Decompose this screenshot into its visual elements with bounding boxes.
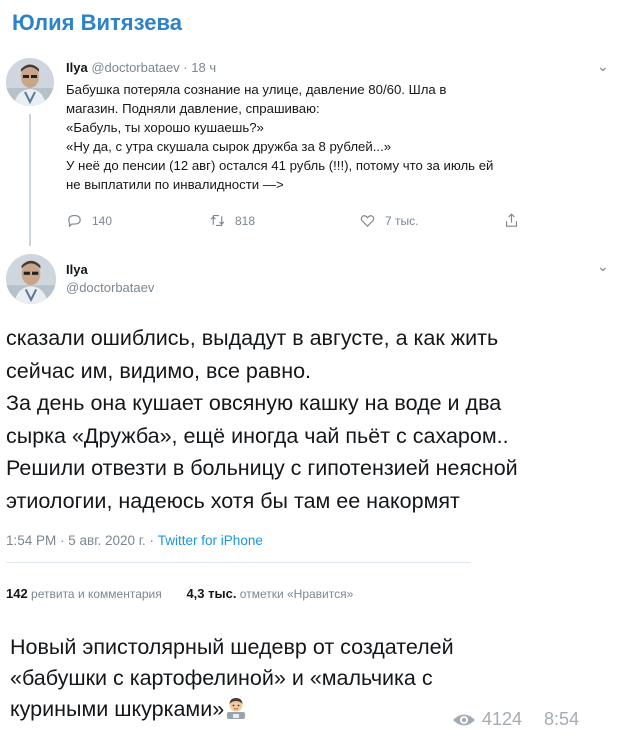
- reply-count: 140: [92, 213, 113, 228]
- author-handle[interactable]: @doctorbataev: [91, 60, 179, 75]
- likes-count[interactable]: 4,3 тыс.: [186, 586, 236, 601]
- source-link[interactable]: Twitter for iPhone: [158, 533, 263, 548]
- post-time: 8:54: [544, 709, 580, 729]
- separator: ·: [183, 60, 188, 75]
- user-photo-icon: [6, 254, 56, 304]
- caption-line: «бабушки с картофелиной» и «мальчика с: [10, 666, 433, 690]
- views-count: 4124: [482, 709, 523, 729]
- eye-icon: [453, 714, 475, 725]
- tweet-line: сказали ошиблись, выдадут в августе, а к…: [6, 326, 499, 350]
- post-meta: 4124 8:54: [452, 709, 579, 730]
- tweet-stats: 142 ретвита и комментария 4,3 тыс. отмет…: [6, 586, 353, 601]
- like-count: 7 тыс.: [385, 213, 419, 228]
- channel-title[interactable]: Юлия Витязева: [12, 10, 182, 36]
- likes-label[interactable]: отметки «Нравится»: [240, 587, 354, 601]
- reply-button[interactable]: 140: [66, 212, 112, 229]
- avatar[interactable]: [6, 58, 54, 106]
- tweet-line: У неё до пенсии (12 авг) остался 41 рубл…: [66, 158, 494, 173]
- avatar[interactable]: [6, 254, 56, 304]
- retweet-count: 818: [235, 213, 256, 228]
- tweet-line: «Бабуль, ты хорошо кушаешь?»: [66, 120, 264, 135]
- caption-line: куриными шкурками»: [10, 697, 225, 721]
- tweet-line: магазин. Подняли давление, спрашиваю:: [66, 101, 320, 116]
- parent-tweet-header: Ilya @doctorbataev · 18 ч: [66, 60, 216, 75]
- main-tweet-text: сказали ошиблись, выдадут в августе, а к…: [6, 322, 606, 517]
- chevron-down-icon[interactable]: ⌄: [597, 58, 609, 75]
- tweet-line: не выплатили по инвалидности —>: [66, 177, 284, 192]
- author-handle[interactable]: @doctorbataev: [66, 280, 154, 295]
- heart-icon: [360, 215, 375, 227]
- tweet-line: сырка «Дружба», ещё иногда чай пьёт с са…: [6, 423, 509, 448]
- parent-tweet-text: Бабушка потеряла сознание на улице, давл…: [66, 80, 611, 194]
- tweet-line: Решили отвезти в больницу с гипотензией …: [6, 456, 518, 480]
- share-icon: [505, 213, 518, 227]
- tweet-time[interactable]: 18 ч: [191, 60, 216, 75]
- author-name[interactable]: Ilya: [66, 262, 88, 277]
- tweet-line: Бабушка потеряла сознание на улице, давл…: [66, 82, 447, 97]
- retweets-label[interactable]: ретвита и комментария: [31, 587, 162, 601]
- tweet-line: этиологии, надеюсь хотя бы там ее накорм…: [6, 488, 460, 513]
- caption-line: Новый эпистолярный шедевр от создателей: [10, 635, 454, 659]
- tweet-timestamp: 1:54 PM · 5 авг. 2020 г. · Twitter for i…: [6, 533, 263, 548]
- thread-line: [29, 114, 31, 246]
- retweets-count[interactable]: 142: [6, 586, 28, 601]
- author-name[interactable]: Ilya: [66, 60, 88, 75]
- tweet-line: сейчас им, видимо, все равно.: [6, 358, 312, 383]
- timestamp-text[interactable]: 1:54 PM · 5 авг. 2020 г. ·: [6, 533, 158, 548]
- chevron-down-icon[interactable]: ⌄: [597, 258, 609, 275]
- like-button[interactable]: 7 тыс.: [359, 212, 418, 229]
- tweet-actions: 140 818 7 тыс.: [66, 212, 546, 232]
- tweet-embed[interactable]: Ilya @doctorbataev · 18 ч ⌄ Бабушка поте…: [6, 46, 620, 601]
- retweet-button[interactable]: 818: [209, 212, 255, 229]
- tweet-line: «Ну да, с утра скушала сырок дружба за 8…: [66, 139, 392, 154]
- reply-icon: [68, 214, 81, 228]
- divider: [6, 562, 471, 563]
- retweet-icon: [210, 214, 225, 227]
- tweet-line: За день она кушает овсяную кашку на воде…: [6, 391, 502, 415]
- share-button[interactable]: [503, 212, 520, 229]
- user-photo-icon: [6, 58, 54, 106]
- man-technologist-emoji-icon: [227, 698, 246, 719]
